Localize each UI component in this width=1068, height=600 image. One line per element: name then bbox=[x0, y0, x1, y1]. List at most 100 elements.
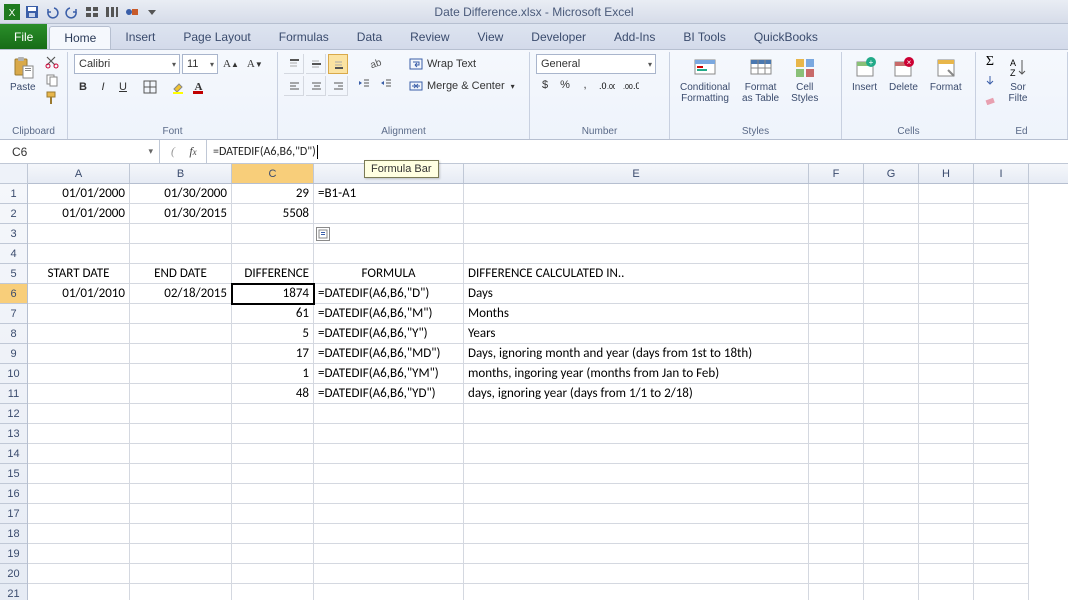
cell-D15[interactable] bbox=[314, 464, 464, 484]
cell-G19[interactable] bbox=[864, 544, 919, 564]
cell-G18[interactable] bbox=[864, 524, 919, 544]
tab-quickbooks[interactable]: QuickBooks bbox=[740, 24, 832, 49]
cells-area[interactable]: 01/01/200001/30/200029=B1-A101/01/200001… bbox=[28, 184, 1068, 600]
cell-I17[interactable] bbox=[974, 504, 1029, 524]
cell-A1[interactable]: 01/01/2000 bbox=[28, 184, 130, 204]
cell-D6[interactable]: =DATEDIF(A6,B6,"D") bbox=[314, 284, 464, 304]
qat-icon2[interactable] bbox=[104, 4, 120, 20]
cell-B12[interactable] bbox=[130, 404, 232, 424]
cell-F11[interactable] bbox=[809, 384, 864, 404]
cell-B8[interactable] bbox=[130, 324, 232, 344]
cell-H18[interactable] bbox=[919, 524, 974, 544]
cell-E11[interactable]: days, ignoring year (days from 1/1 to 2/… bbox=[464, 384, 809, 404]
cell-I2[interactable] bbox=[974, 204, 1029, 224]
column-header[interactable]: C bbox=[232, 164, 314, 183]
cell-E18[interactable] bbox=[464, 524, 809, 544]
cell-I14[interactable] bbox=[974, 444, 1029, 464]
row-header[interactable]: 12 bbox=[0, 404, 27, 424]
cell-H7[interactable] bbox=[919, 304, 974, 324]
cell-D17[interactable] bbox=[314, 504, 464, 524]
orientation-icon[interactable]: ab bbox=[354, 54, 396, 72]
cell-C21[interactable] bbox=[232, 584, 314, 600]
cell-H8[interactable] bbox=[919, 324, 974, 344]
cell-G15[interactable] bbox=[864, 464, 919, 484]
cell-F14[interactable] bbox=[809, 444, 864, 464]
tab-data[interactable]: Data bbox=[343, 24, 396, 49]
cell-F8[interactable] bbox=[809, 324, 864, 344]
cell-B16[interactable] bbox=[130, 484, 232, 504]
cell-D10[interactable]: =DATEDIF(A6,B6,"YM") bbox=[314, 364, 464, 384]
format-painter-icon[interactable] bbox=[44, 90, 60, 106]
cell-F12[interactable] bbox=[809, 404, 864, 424]
cell-G4[interactable] bbox=[864, 244, 919, 264]
cell-H17[interactable] bbox=[919, 504, 974, 524]
cell-A7[interactable] bbox=[28, 304, 130, 324]
cell-D7[interactable]: =DATEDIF(A6,B6,"M") bbox=[314, 304, 464, 324]
accounting-format-icon[interactable]: $ bbox=[536, 76, 554, 94]
row-header[interactable]: 6 bbox=[0, 284, 27, 304]
cell-D14[interactable] bbox=[314, 444, 464, 464]
cell-G16[interactable] bbox=[864, 484, 919, 504]
increase-indent-icon[interactable] bbox=[376, 74, 396, 92]
row-header[interactable]: 14 bbox=[0, 444, 27, 464]
row-header[interactable]: 9 bbox=[0, 344, 27, 364]
cell-F16[interactable] bbox=[809, 484, 864, 504]
cell-I21[interactable] bbox=[974, 584, 1029, 600]
cell-B9[interactable] bbox=[130, 344, 232, 364]
cell-I11[interactable] bbox=[974, 384, 1029, 404]
cell-A12[interactable] bbox=[28, 404, 130, 424]
cell-B13[interactable] bbox=[130, 424, 232, 444]
cell-H4[interactable] bbox=[919, 244, 974, 264]
underline-button[interactable]: U bbox=[114, 78, 132, 96]
align-left-icon[interactable] bbox=[284, 76, 304, 96]
cell-B20[interactable] bbox=[130, 564, 232, 584]
cell-G10[interactable] bbox=[864, 364, 919, 384]
cell-G8[interactable] bbox=[864, 324, 919, 344]
cell-F4[interactable] bbox=[809, 244, 864, 264]
row-header[interactable]: 4 bbox=[0, 244, 27, 264]
cell-A13[interactable] bbox=[28, 424, 130, 444]
cell-E2[interactable] bbox=[464, 204, 809, 224]
cell-A19[interactable] bbox=[28, 544, 130, 564]
cell-C2[interactable]: 5508 bbox=[232, 204, 314, 224]
row-header[interactable]: 15 bbox=[0, 464, 27, 484]
cell-F15[interactable] bbox=[809, 464, 864, 484]
align-center-icon[interactable] bbox=[306, 76, 326, 96]
cell-C19[interactable] bbox=[232, 544, 314, 564]
cell-G5[interactable] bbox=[864, 264, 919, 284]
column-header[interactable]: B bbox=[130, 164, 232, 183]
cell-I12[interactable] bbox=[974, 404, 1029, 424]
cancel-formula-icon[interactable]: ( bbox=[164, 143, 182, 161]
tab-formulas[interactable]: Formulas bbox=[265, 24, 343, 49]
autofill-options-icon[interactable] bbox=[316, 227, 330, 241]
insert-cells-button[interactable]: + Insert bbox=[848, 54, 881, 95]
row-header[interactable]: 3 bbox=[0, 224, 27, 244]
cell-I9[interactable] bbox=[974, 344, 1029, 364]
cell-E12[interactable] bbox=[464, 404, 809, 424]
decrease-indent-icon[interactable] bbox=[354, 74, 374, 92]
cell-E15[interactable] bbox=[464, 464, 809, 484]
worksheet[interactable]: ABCDEFGHI 123456789101112131415161718192… bbox=[0, 164, 1068, 600]
cell-A10[interactable] bbox=[28, 364, 130, 384]
cell-C13[interactable] bbox=[232, 424, 314, 444]
cell-E14[interactable] bbox=[464, 444, 809, 464]
cell-E20[interactable] bbox=[464, 564, 809, 584]
format-cells-button[interactable]: Format bbox=[926, 54, 966, 95]
cell-E10[interactable]: months, ingoring year (months from Jan t… bbox=[464, 364, 809, 384]
cell-C9[interactable]: 17 bbox=[232, 344, 314, 364]
tab-developer[interactable]: Developer bbox=[517, 24, 600, 49]
tab-insert[interactable]: Insert bbox=[111, 24, 169, 49]
cell-B10[interactable] bbox=[130, 364, 232, 384]
conditional-formatting-button[interactable]: Conditional Formatting bbox=[676, 54, 734, 106]
cell-H16[interactable] bbox=[919, 484, 974, 504]
cell-G9[interactable] bbox=[864, 344, 919, 364]
cell-H1[interactable] bbox=[919, 184, 974, 204]
qat-dropdown-icon[interactable] bbox=[144, 4, 160, 20]
cell-F10[interactable] bbox=[809, 364, 864, 384]
number-format-combo[interactable]: General bbox=[536, 54, 656, 74]
cell-B2[interactable]: 01/30/2015 bbox=[130, 204, 232, 224]
tab-review[interactable]: Review bbox=[396, 24, 463, 49]
cell-I6[interactable] bbox=[974, 284, 1029, 304]
cell-C4[interactable] bbox=[232, 244, 314, 264]
column-header[interactable]: A bbox=[28, 164, 130, 183]
